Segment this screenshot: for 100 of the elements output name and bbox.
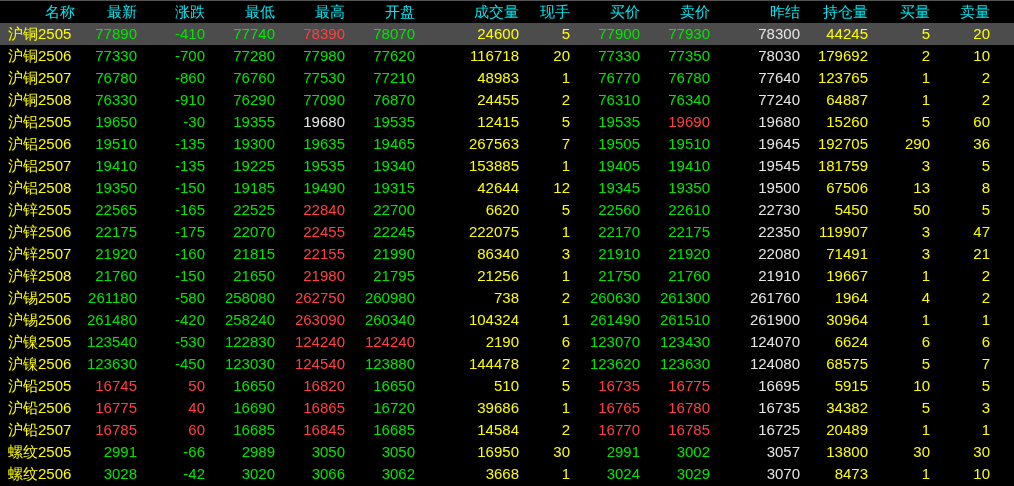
- volume-cell-text: 290: [903, 134, 930, 154]
- price-cell-text: 260630: [588, 288, 640, 308]
- volume-cell-text: 15260: [825, 112, 868, 132]
- volume-cell-text: 267563: [467, 134, 519, 154]
- column-header[interactable]: 最低: [205, 1, 275, 24]
- volume-cell-text: 34382: [825, 398, 868, 418]
- price-cell-text: 21760: [94, 266, 137, 286]
- volume-cell-text: 2: [560, 288, 570, 308]
- column-header[interactable]: 最高: [275, 1, 345, 24]
- price-cell-text: 19350: [667, 178, 710, 198]
- contract-name: 沪锌2508: [7, 266, 73, 286]
- settle-cell-text: 3070: [765, 464, 800, 484]
- column-header[interactable]: 名称: [0, 1, 75, 24]
- change-cell-text: -66: [182, 442, 205, 462]
- column-header[interactable]: 昨结: [710, 1, 800, 24]
- volume-cell-text: 7: [560, 134, 570, 154]
- price-cell-text: 76760: [232, 68, 275, 88]
- change-cell-text: -135: [173, 134, 205, 154]
- volume-cell-text: 42644: [476, 178, 519, 198]
- price-cell-text: 3066: [310, 464, 345, 484]
- price-cell-text: 261300: [658, 288, 710, 308]
- price-cell-text: 260980: [363, 288, 415, 308]
- price-cell-text: 3024: [605, 464, 640, 484]
- column-header[interactable]: 成交量: [415, 1, 519, 24]
- price-cell-text: 21910: [597, 244, 640, 264]
- settle-cell-text: 124080: [748, 354, 800, 374]
- selected-row[interactable]: 沪铜2505 77890 -410 77740 78390 78070 24600 5 77900 77930 78300 44245 5 20: [0, 23, 1014, 45]
- contract-name: 螺纹2505: [7, 442, 73, 462]
- price-cell-text: 22070: [232, 222, 275, 242]
- volume-cell-text: 12415: [476, 112, 519, 132]
- settle-cell-text: 78030: [757, 46, 800, 66]
- volume-cell-text: 5: [560, 376, 570, 396]
- column-header[interactable]: 涨跌: [137, 1, 205, 24]
- column-header[interactable]: 卖量: [930, 1, 990, 24]
- contract-name: 沪铜2508: [7, 90, 73, 110]
- price-cell-text: 22610: [667, 200, 710, 220]
- volume-cell-text: 30964: [825, 310, 868, 330]
- contract-name: 沪铜2506: [7, 46, 73, 66]
- volume-cell-text: 3: [920, 244, 930, 264]
- volume-cell-text: 20: [972, 24, 990, 44]
- column-header[interactable]: 开盘: [345, 1, 415, 24]
- change-cell-text: -42: [182, 464, 205, 484]
- price-cell-text: 19535: [302, 156, 345, 176]
- volume-cell-text: 48983: [476, 68, 519, 88]
- price-cell-text: 19185: [232, 178, 275, 198]
- price-cell-text: 19410: [94, 156, 137, 176]
- volume-cell-text: 3: [920, 222, 930, 242]
- volume-cell-text: 13: [912, 178, 930, 198]
- volume-cell-text: 144478: [467, 354, 519, 374]
- volume-cell-text: 2: [560, 354, 570, 374]
- column-header[interactable]: 现手: [519, 1, 570, 24]
- contract-name: 沪锡2505: [7, 288, 73, 308]
- price-cell-text: 19535: [597, 112, 640, 132]
- volume-cell-text: 6: [560, 332, 570, 352]
- price-cell-text: 76340: [667, 90, 710, 110]
- price-cell-text: 76780: [667, 68, 710, 88]
- price-cell-text: 16685: [232, 420, 275, 440]
- volume-cell-text: 2: [980, 266, 990, 286]
- price-cell-text: 19680: [302, 112, 345, 132]
- price-cell-text: 123620: [588, 354, 640, 374]
- price-cell-text: 123630: [85, 354, 137, 374]
- contract-name: 沪铝2506: [7, 134, 73, 154]
- volume-cell-text: 2: [980, 90, 990, 110]
- volume-cell-text: 738: [492, 288, 519, 308]
- change-cell-text: -30: [182, 112, 205, 132]
- column-header[interactable]: 买量: [868, 1, 930, 24]
- contract-name: 沪铅2507: [7, 420, 73, 440]
- volume-cell-text: 104324: [467, 310, 519, 330]
- volume-cell-text: 3: [980, 398, 990, 418]
- price-cell-text: 16745: [94, 376, 137, 396]
- volume-cell-text: 71491: [825, 244, 868, 264]
- price-cell-text: 19225: [232, 156, 275, 176]
- column-header[interactable]: 持仓量: [800, 1, 868, 24]
- volume-cell-text: 5: [920, 354, 930, 374]
- price-cell-text: 22565: [94, 200, 137, 220]
- column-header[interactable]: 卖价: [640, 1, 710, 24]
- volume-cell-text: 1: [920, 266, 930, 286]
- volume-cell-text: 2: [560, 420, 570, 440]
- volume-cell-text: 1: [980, 420, 990, 440]
- price-cell-text: 261480: [85, 310, 137, 330]
- volume-cell-text: 1: [560, 464, 570, 484]
- price-cell-text: 3050: [310, 442, 345, 462]
- price-cell-text: 258080: [223, 288, 275, 308]
- price-cell-text: 16785: [667, 420, 710, 440]
- price-cell-text: 21760: [667, 266, 710, 286]
- column-header[interactable]: 最新: [75, 1, 137, 24]
- price-cell-text: 19315: [372, 178, 415, 198]
- price-cell-text: 78070: [372, 24, 415, 44]
- price-cell-text: 16690: [232, 398, 275, 418]
- volume-cell-text: 64887: [825, 90, 868, 110]
- price-cell-text: 19300: [232, 134, 275, 154]
- price-cell-text: 21920: [94, 244, 137, 264]
- settle-cell-text: 3057: [765, 442, 800, 462]
- contract-name: 螺纹2506: [7, 464, 73, 484]
- price-cell-text: 21920: [667, 244, 710, 264]
- change-cell-text: -410: [173, 24, 205, 44]
- column-header[interactable]: 买价: [570, 1, 640, 24]
- price-cell-text: 16650: [232, 376, 275, 396]
- settle-cell-text: 19500: [757, 178, 800, 198]
- price-cell-text: 77350: [667, 46, 710, 66]
